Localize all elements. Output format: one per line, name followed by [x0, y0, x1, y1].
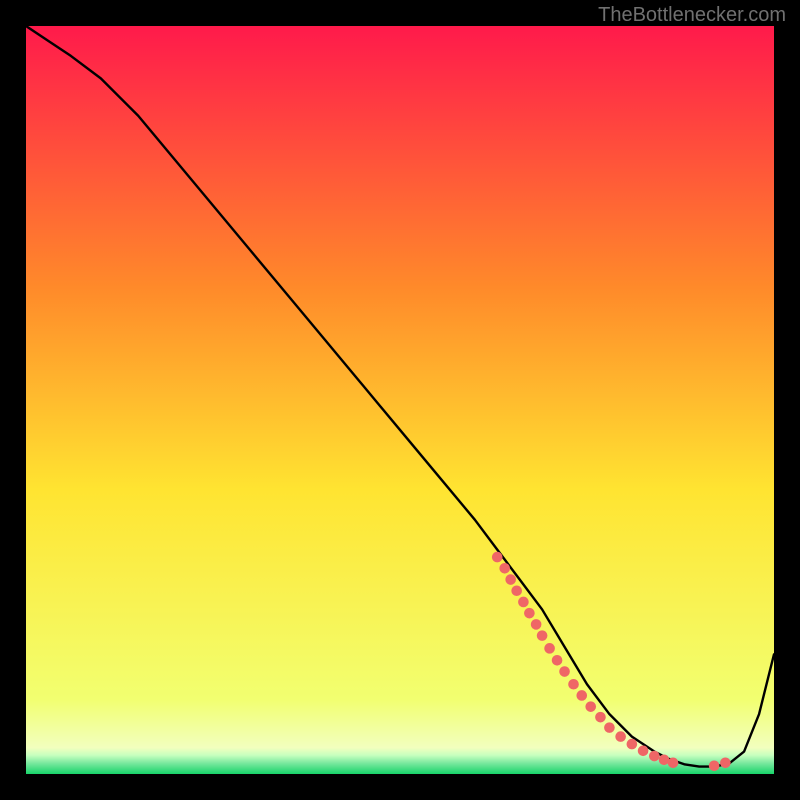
marker-dot	[709, 760, 720, 771]
marker-dot	[576, 690, 587, 701]
marker-dot	[595, 712, 606, 723]
marker-dot	[531, 619, 542, 630]
watermark-text: TheBottlenecker.com	[598, 4, 786, 27]
gradient-background	[26, 26, 774, 774]
marker-dot	[492, 552, 503, 563]
marker-dot	[659, 754, 670, 765]
marker-dot	[544, 643, 555, 654]
bottleneck-plot	[26, 26, 774, 774]
marker-dot	[499, 563, 510, 574]
chart-page: TheBottlenecker.com	[0, 0, 800, 800]
marker-dot	[537, 630, 548, 641]
marker-dot	[615, 731, 626, 742]
marker-dot	[627, 739, 638, 750]
marker-dot	[559, 666, 570, 677]
marker-dot	[552, 655, 563, 666]
marker-dot	[585, 701, 596, 712]
marker-dot	[668, 757, 679, 768]
marker-dot	[505, 574, 516, 585]
marker-dot	[649, 751, 660, 762]
marker-dot	[720, 757, 731, 768]
marker-dot	[638, 746, 649, 757]
marker-dot	[518, 597, 529, 608]
marker-dot	[524, 608, 535, 619]
marker-dot	[604, 722, 615, 733]
plot-svg	[26, 26, 774, 774]
marker-dot	[511, 585, 522, 596]
marker-dot	[568, 679, 579, 690]
